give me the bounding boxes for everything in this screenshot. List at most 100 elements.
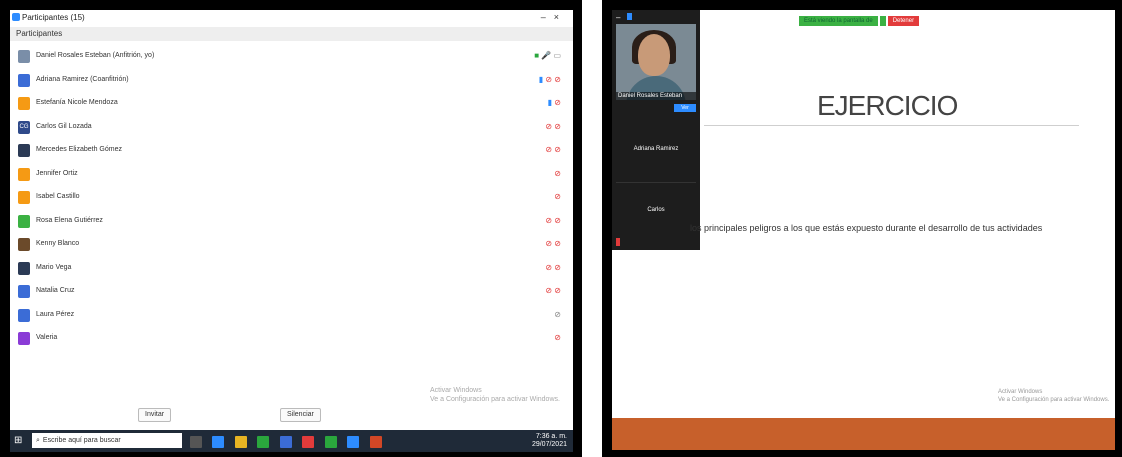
right-screenshot-frame: Está viendo la pantalla de Detener – Dani… — [602, 0, 1122, 457]
window-title-bar: Participantes (15) –× — [10, 10, 573, 26]
search-icon: ⌕ — [36, 437, 40, 444]
participant-row[interactable]: Adriana Ramirez (Coanfitrión) ▮ ⊘ ⊘ — [10, 70, 573, 94]
avatar — [18, 144, 30, 157]
excel-icon[interactable] — [324, 435, 337, 448]
avatar — [18, 191, 30, 204]
participant-status-icons[interactable]: ⊘ ⊘ — [545, 263, 561, 272]
powerpoint-icon[interactable] — [369, 435, 382, 448]
status-icon: ⊘ — [554, 309, 561, 319]
activate-line-1: Activar Windows — [430, 387, 482, 394]
participant-status-icons[interactable]: ⊘ — [554, 192, 561, 201]
viewing-screen-label[interactable]: Está viendo la pantalla de — [799, 16, 878, 26]
taskbar-search[interactable]: ⌕ Escribe aquí para buscar — [32, 433, 182, 448]
invite-button[interactable]: Invitar — [138, 408, 172, 422]
participant-status-icons[interactable]: ▮ ⊘ — [548, 98, 561, 107]
muted-icon: ⊘ — [545, 121, 555, 131]
participant-status-icons[interactable]: ■ 🎤 ▭ — [534, 51, 561, 60]
video-option-button[interactable]: Ver — [674, 104, 696, 112]
video-panel-header: – — [616, 13, 632, 22]
taskbar-apps — [190, 433, 388, 451]
file-explorer-icon[interactable] — [234, 435, 247, 448]
participant-status-icons[interactable]: ⊘ ⊘ — [545, 122, 561, 131]
participant-row[interactable]: Valeria ⊘ — [10, 328, 573, 352]
muted-icon: ⊘ — [545, 239, 555, 248]
muted-mic-icon — [616, 238, 620, 246]
participant-name: Valeria — [36, 334, 58, 341]
participant-tile[interactable]: Carlos — [616, 182, 696, 245]
windows-start-icon[interactable]: ⊞ — [14, 435, 22, 446]
participant-name: Laura Pérez — [36, 310, 75, 318]
layout-icon[interactable] — [626, 13, 632, 20]
slide-divider — [704, 125, 1079, 126]
status-icon: 🎤 — [541, 51, 554, 60]
participant-row[interactable]: Natalia Cruz ⊘ ⊘ — [10, 281, 573, 305]
participant-name: Isabel Castillo — [36, 193, 80, 200]
muted-icon: ⊘ — [545, 286, 555, 295]
muted-icon: ⊘ — [554, 98, 561, 107]
system-tray[interactable]: 7:36 a. m. 29/07/2021 — [532, 433, 567, 449]
avatar — [18, 73, 30, 87]
taskbar: ⊞ ⌕ Escribe aquí para buscar 7:36 a. m. 2… — [10, 430, 573, 452]
store-icon[interactable] — [279, 435, 292, 448]
participant-status-icons[interactable]: ▮ ⊘ ⊘ — [539, 75, 561, 84]
avatar — [18, 261, 30, 275]
participants-subtitle: Participantes — [16, 29, 63, 38]
avatar — [18, 167, 30, 181]
participants-list: Daniel Rosales Esteban (Anfitrión, yo) ■ … — [10, 46, 573, 352]
participant-row[interactable]: Daniel Rosales Esteban (Anfitrión, yo) ■ … — [10, 46, 573, 70]
participant-status-icons[interactable]: ⊘ ⊘ — [545, 216, 561, 225]
window-title: Participantes (15) — [22, 13, 85, 22]
participant-status-icons[interactable]: ⊘ — [554, 310, 561, 319]
mute-all-button[interactable]: Silenciar — [280, 408, 321, 422]
meeting-window: Está viendo la pantalla de Detener – Dani… — [612, 10, 1115, 450]
participant-status-icons[interactable]: ⊘ — [554, 169, 561, 178]
activate-windows-watermark: Activar Windows Ve a Configuración para … — [998, 388, 1109, 404]
slide-title: EJERCICIO — [817, 90, 958, 121]
participants-window: Participantes (15) –× Participantes Dani… — [10, 10, 573, 430]
participant-row[interactable]: CG Carlos Gil Lozada ⊘ ⊘ — [10, 117, 573, 141]
activate-line-2: Ve a Configuración para activar Windows. — [998, 397, 1110, 403]
edge-icon[interactable] — [212, 435, 225, 448]
participants-footer: Invitar Silenciar — [10, 406, 573, 426]
participant-row[interactable]: Isabel Castillo ⊘ — [10, 187, 573, 211]
participant-status-icons[interactable]: ⊘ ⊘ — [545, 286, 561, 295]
participant-name: Rosa Elena Gutiérrez — [36, 216, 103, 224]
stop-button[interactable]: Detener — [887, 16, 920, 26]
avatar — [18, 214, 30, 228]
muted-icon: ⊘ — [554, 121, 561, 131]
video-panel: – Daniel Rosales Esteban Ver Adriana Ram… — [612, 10, 700, 250]
chrome-icon[interactable] — [257, 435, 270, 448]
active-speaker-video[interactable]: Daniel Rosales Esteban — [616, 24, 696, 100]
activate-line-1: Activar Windows — [998, 389, 1043, 395]
participant-row[interactable]: Estefanía Nicole Mendoza ▮ ⊘ — [10, 93, 573, 117]
tray-time: 7:36 a. m. — [535, 433, 567, 440]
participant-name: Estefanía Nicole Mendoza — [36, 99, 118, 106]
participant-row[interactable]: Kenny Blanco ⊘ ⊘ — [10, 234, 573, 258]
activate-line-2: Ve a Configuración para activar Windows. — [430, 396, 560, 403]
task-view-icon[interactable] — [190, 435, 202, 448]
participant-name: Jennifer Ortiz — [36, 169, 78, 177]
muted-icon: ⊘ — [554, 168, 561, 178]
participant-status-icons[interactable]: ⊘ ⊘ — [545, 145, 561, 154]
participant-tile[interactable]: Adriana Ramirez — [616, 122, 696, 182]
participant-row[interactable]: Mario Vega ⊘ ⊘ — [10, 258, 573, 282]
participant-status-icons[interactable]: ⊘ — [554, 333, 561, 342]
participant-row[interactable]: Jennifer Ortiz ⊘ — [10, 164, 573, 188]
window-controls[interactable]: –× — [541, 12, 567, 22]
tile-name: Adriana Ramirez — [633, 146, 679, 152]
muted-icon: ⊘ — [554, 239, 561, 248]
share-status-bar: Está viendo la pantalla de Detener — [799, 16, 920, 34]
participant-row[interactable]: Rosa Elena Gutiérrez ⊘ ⊘ — [10, 211, 573, 235]
app-icon[interactable] — [302, 435, 315, 448]
participant-row[interactable]: Mercedes Elizabeth Gómez ⊘ ⊘ — [10, 140, 573, 164]
participant-name: Daniel Rosales Esteban (Anfitrión, yo) — [36, 52, 155, 59]
muted-icon: ⊘ — [554, 74, 561, 84]
zoom-taskbar-icon[interactable] — [347, 435, 360, 448]
participant-name: Adriana Ramirez (Coanfitrión) — [36, 75, 129, 83]
participant-row[interactable]: Laura Pérez ⊘ — [10, 305, 573, 329]
muted-icon: ⊘ — [554, 215, 561, 225]
muted-icon: ⊘ — [545, 215, 555, 225]
participant-name: Mercedes Elizabeth Gómez — [36, 146, 122, 153]
participant-status-icons[interactable]: ⊘ ⊘ — [545, 239, 561, 248]
avatar — [18, 238, 30, 251]
